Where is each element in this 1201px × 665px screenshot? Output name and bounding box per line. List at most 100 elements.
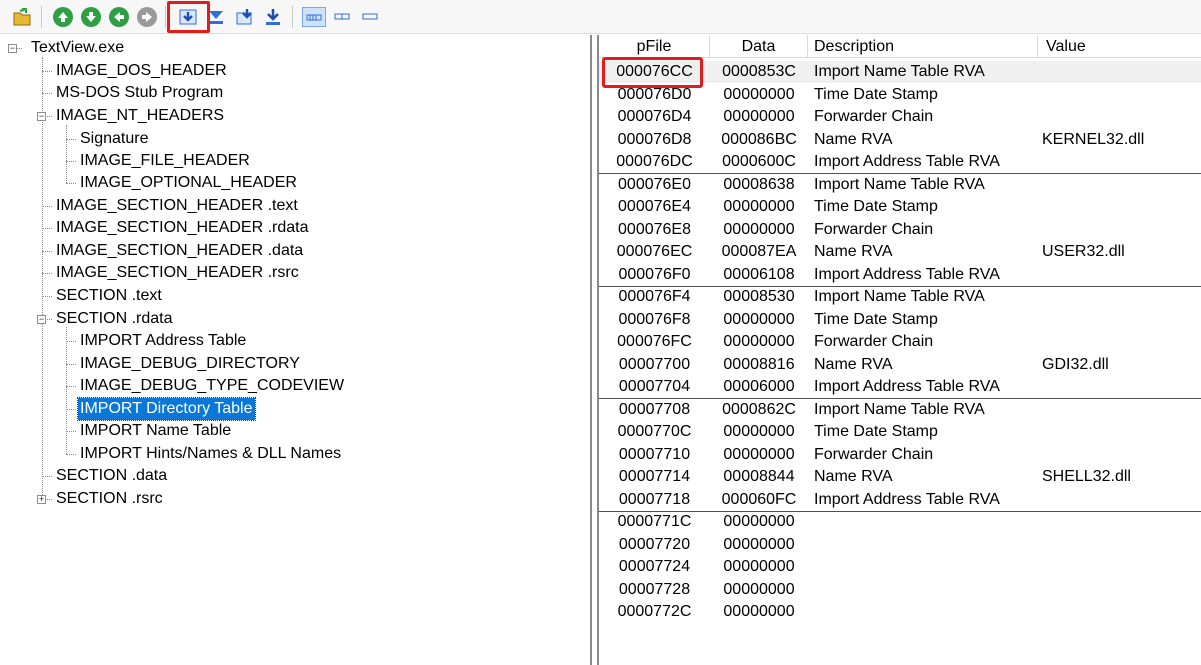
import-names-icon[interactable]: [235, 7, 255, 27]
cell-pfile: 000076DC: [616, 153, 693, 170]
tree-item-import-name-table[interactable]: IMPORT Name Table: [80, 420, 231, 442]
data-table: pFile Data Description Value 000076CC 000…: [597, 35, 1201, 665]
table-row[interactable]: 00007720 00000000: [599, 534, 1201, 556]
table-row[interactable]: 000076FC 00000000 Forwarder Chain: [599, 331, 1201, 353]
tree-item-section-rsrc[interactable]: SECTION .rsrc: [56, 488, 163, 510]
table-row[interactable]: 000076E8 00000000 Forwarder Chain: [599, 219, 1201, 241]
cell-value: [1042, 219, 1201, 241]
toolbar-separator: [292, 6, 293, 28]
table-row[interactable]: 000076D8 000086BC Name RVA KERNEL32.dll: [599, 129, 1201, 151]
tree-item-section-header-text[interactable]: IMAGE_SECTION_HEADER .text: [56, 195, 298, 217]
tree-item-import-directory-table[interactable]: IMPORT Directory Table: [77, 397, 256, 421]
tree-connector: [66, 386, 76, 387]
cell-data: 00000000: [723, 580, 795, 598]
cell-description: Forwarder Chain: [814, 333, 934, 350]
view-medium-icon[interactable]: [332, 7, 352, 27]
arrow-up-icon[interactable]: [53, 7, 73, 27]
table-row[interactable]: 0000772C 00000000: [599, 601, 1201, 623]
column-header-description[interactable]: Description: [808, 35, 1038, 58]
cell-pfile: 00007728: [618, 580, 691, 598]
table-row[interactable]: 00007704 00006000 Import Address Table RVA: [599, 376, 1201, 398]
collapse-icon[interactable]: −: [37, 315, 46, 324]
tree-connector: [42, 228, 52, 229]
import-hints-icon[interactable]: [263, 7, 283, 27]
table-row[interactable]: 00007728 00000000: [599, 579, 1201, 601]
cell-value: [1042, 309, 1201, 331]
cell-description: Import Address Table RVA: [814, 153, 1000, 170]
cell-data: 000087EA: [721, 243, 797, 260]
arrow-forward-icon[interactable]: [137, 7, 157, 27]
open-folder-icon[interactable]: [12, 7, 32, 27]
column-header-value[interactable]: Value: [1038, 35, 1201, 58]
cell-pfile: 000076E0: [618, 175, 691, 193]
cell-value: [1042, 511, 1201, 533]
cell-value: [1042, 444, 1201, 466]
tree-item-import-hints-names[interactable]: IMPORT Hints/Names & DLL Names: [80, 443, 341, 465]
tree-item-import-address-table[interactable]: IMPORT Address Table: [80, 330, 246, 352]
table-row[interactable]: 00007718 000060FC Import Address Table RVA: [599, 489, 1201, 511]
tree-item-signature[interactable]: Signature: [80, 128, 149, 150]
table-row[interactable]: 000076F8 00000000 Time Date Stamp: [599, 309, 1201, 331]
tree-connector: [66, 139, 76, 140]
tree-item-image-debug-directory[interactable]: IMAGE_DEBUG_DIRECTORY: [80, 353, 300, 375]
tree-item-section-data[interactable]: SECTION .data: [56, 465, 167, 487]
cell-data: 00006000: [723, 378, 795, 395]
tree-item-image-optional-header[interactable]: IMAGE_OPTIONAL_HEADER: [80, 172, 297, 194]
view-wide-icon[interactable]: [302, 7, 326, 27]
tree-connector: [42, 93, 52, 94]
table-row[interactable]: 0000770C 00000000 Time Date Stamp: [599, 421, 1201, 443]
collapse-icon[interactable]: −: [37, 112, 46, 121]
table-row[interactable]: 00007700 00008816 Name RVA GDI32.dll: [599, 354, 1201, 376]
table-row[interactable]: 000076D4 00000000 Forwarder Chain: [599, 106, 1201, 128]
cell-data: 00008816: [723, 355, 795, 373]
tree-item-ms-dos-stub[interactable]: MS-DOS Stub Program: [56, 82, 223, 104]
tree-connector: [47, 319, 52, 320]
tree-item-section-header-rsrc[interactable]: IMAGE_SECTION_HEADER .rsrc: [56, 262, 299, 284]
cell-pfile: 000076E8: [618, 220, 691, 238]
tree-item-section-header-rdata[interactable]: IMAGE_SECTION_HEADER .rdata: [56, 217, 309, 239]
column-header-data[interactable]: Data: [710, 35, 808, 58]
table-row[interactable]: 00007714 00008844 Name RVA SHELL32.dll: [599, 466, 1201, 488]
tree-item-image-debug-codeview[interactable]: IMAGE_DEBUG_TYPE_CODEVIEW: [80, 375, 344, 397]
cell-pfile: 000076F8: [618, 310, 691, 328]
table-row[interactable]: 000076EC 000087EA Name RVA USER32.dll: [599, 241, 1201, 263]
table-row[interactable]: 000076DC 0000600C Import Address Table RVA: [599, 151, 1201, 173]
cell-data: 00000000: [723, 423, 795, 440]
cell-data: 00008638: [723, 175, 795, 193]
table-row[interactable]: 00007708 0000862C Import Name Table RVA: [599, 399, 1201, 421]
tree-item-image-dos-header[interactable]: IMAGE_DOS_HEADER: [56, 60, 227, 82]
column-header-pfile[interactable]: pFile: [599, 35, 710, 58]
tree-connector: [66, 125, 67, 183]
tree-item-section-header-data[interactable]: IMAGE_SECTION_HEADER .data: [56, 240, 303, 262]
tree-connector: [66, 183, 76, 184]
table-row[interactable]: 00007724 00000000: [599, 556, 1201, 578]
cell-value: USER32.dll: [1042, 243, 1125, 260]
collapse-icon[interactable]: −: [8, 44, 17, 53]
cell-value: [1042, 421, 1201, 443]
view-narrow-icon[interactable]: [360, 7, 380, 27]
tree-connector: [47, 499, 52, 500]
table-row[interactable]: 00007710 00000000 Forwarder Chain: [599, 444, 1201, 466]
tree-item-section-text[interactable]: SECTION .text: [56, 285, 162, 307]
table-row[interactable]: 0000771C 00000000: [599, 511, 1201, 533]
arrow-down-icon[interactable]: [81, 7, 101, 27]
cell-description: Import Address Table RVA: [814, 265, 1000, 283]
tree-item-image-nt-headers[interactable]: IMAGE_NT_HEADERS: [56, 105, 224, 127]
cell-pfile: 000076F4: [618, 288, 691, 305]
table-row[interactable]: 000076F0 00006108 Import Address Table RVA: [599, 264, 1201, 286]
group-divider: [599, 510, 1201, 512]
tree-item-textview-exe[interactable]: TextView.exe: [31, 37, 124, 59]
arrow-back-icon[interactable]: [109, 7, 129, 27]
table-row[interactable]: 000076E0 00008638 Import Name Table RVA: [599, 174, 1201, 196]
cell-value: [1042, 196, 1201, 218]
cell-description: [814, 556, 1038, 578]
table-row[interactable]: 000076F4 00008530 Import Name Table RVA: [599, 286, 1201, 308]
tree-item-image-file-header[interactable]: IMAGE_FILE_HEADER: [80, 150, 250, 172]
cell-data: 00000000: [723, 603, 795, 620]
cell-description: Import Name Table RVA: [814, 175, 985, 193]
tree-item-section-rdata[interactable]: SECTION .rdata: [56, 308, 172, 330]
cell-description: Import Name Table RVA: [814, 288, 985, 305]
table-row[interactable]: 000076E4 00000000 Time Date Stamp: [599, 196, 1201, 218]
cell-description: Name RVA: [814, 243, 893, 260]
expand-icon[interactable]: +: [37, 495, 46, 504]
